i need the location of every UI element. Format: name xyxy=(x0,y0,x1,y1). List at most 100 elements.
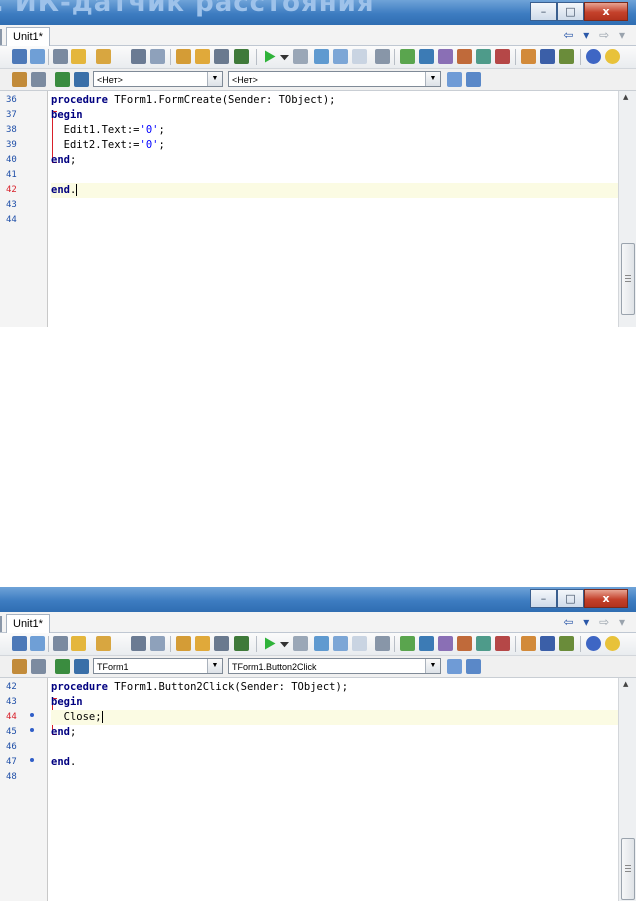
new-items-icon[interactable] xyxy=(71,49,86,64)
method-combo[interactable]: TForm1.Button2Click ▼ xyxy=(228,658,441,674)
save-icon[interactable] xyxy=(131,49,146,64)
pause-icon[interactable] xyxy=(293,49,308,64)
code-text[interactable]: procedure TForm1.FormCreate(Sender: TObj… xyxy=(51,93,618,228)
tool-icon-4[interactable] xyxy=(457,49,472,64)
breakpoint-icon[interactable] xyxy=(352,636,367,651)
chevron-down-icon[interactable]: ▼ xyxy=(425,72,440,86)
executable-line-marker[interactable] xyxy=(30,758,34,762)
help-circle-icon[interactable] xyxy=(586,49,601,64)
view-unit-icon[interactable] xyxy=(30,636,45,651)
tab-unit1[interactable]: Unit1* xyxy=(6,27,50,46)
scroll-up-arrow-icon[interactable]: ▲ xyxy=(623,93,628,101)
format-icon[interactable] xyxy=(466,659,481,674)
save-all-icon[interactable] xyxy=(150,636,165,651)
open-icon[interactable] xyxy=(96,636,111,651)
back-arrow-icon[interactable]: ⇦ ▾ xyxy=(563,28,592,42)
code-editor[interactable]: 36 37 38 39 40 41 42 43 44 procedure TFo… xyxy=(0,91,636,327)
tool-icon-7[interactable] xyxy=(521,49,536,64)
tool-icon-3[interactable] xyxy=(438,636,453,651)
minimize-button[interactable]: – xyxy=(530,589,557,608)
open-project-icon[interactable] xyxy=(176,49,191,64)
run-icon[interactable] xyxy=(265,637,276,650)
format-icon[interactable] xyxy=(466,72,481,87)
close-button[interactable]: x xyxy=(584,2,628,21)
help-icon[interactable] xyxy=(234,49,249,64)
vertical-scrollbar[interactable]: ▲ xyxy=(618,91,636,327)
align-icon[interactable] xyxy=(447,72,462,87)
help-circle-icon[interactable] xyxy=(586,636,601,651)
implementation-icon[interactable] xyxy=(74,72,89,87)
tip-bulb-icon[interactable] xyxy=(605,636,620,651)
remove-from-project-icon[interactable] xyxy=(214,636,229,651)
tool-icon-2[interactable] xyxy=(419,49,434,64)
implementation-icon[interactable] xyxy=(74,659,89,674)
tool-icon-1[interactable] xyxy=(400,636,415,651)
object-inspector-icon[interactable] xyxy=(12,72,27,87)
tool-icon-8[interactable] xyxy=(540,636,555,651)
forward-arrow-icon[interactable]: ⇨ ▾ xyxy=(599,615,628,629)
vertical-scrollbar[interactable]: ▲ xyxy=(618,678,636,901)
code-editor[interactable]: 42 43 44 45 46 47 48 procedure TForm1.Bu… xyxy=(0,678,636,901)
open-icon[interactable] xyxy=(96,49,111,64)
view-unit-icon[interactable] xyxy=(30,49,45,64)
open-project-icon[interactable] xyxy=(176,636,191,651)
code-text[interactable]: procedure TForm1.Button2Click(Sender: TO… xyxy=(51,680,618,785)
object-inspector-icon[interactable] xyxy=(12,659,27,674)
tip-bulb-icon[interactable] xyxy=(605,49,620,64)
minimize-button[interactable]: – xyxy=(530,2,557,21)
pause-icon[interactable] xyxy=(293,636,308,651)
interface-icon[interactable] xyxy=(55,72,70,87)
save-icon[interactable] xyxy=(131,636,146,651)
scrollbar-thumb[interactable] xyxy=(621,838,635,900)
maximize-button[interactable]: □ xyxy=(557,2,584,21)
remove-from-project-icon[interactable] xyxy=(214,49,229,64)
tool-icon-7[interactable] xyxy=(521,636,536,651)
breakpoint-icon[interactable] xyxy=(352,49,367,64)
view-form-icon[interactable] xyxy=(53,636,68,651)
close-button[interactable]: x xyxy=(584,589,628,608)
scrollbar-thumb[interactable] xyxy=(621,243,635,315)
scroll-up-arrow-icon[interactable]: ▲ xyxy=(623,680,628,688)
run-dropdown-icon[interactable] xyxy=(280,55,289,61)
window-list-icon[interactable] xyxy=(31,659,46,674)
title-bar[interactable]: – □ x xyxy=(0,587,636,612)
maximize-button[interactable]: □ xyxy=(557,589,584,608)
tool-icon-5[interactable] xyxy=(476,636,491,651)
trace-into-icon[interactable] xyxy=(314,636,329,651)
tool-icon-3[interactable] xyxy=(438,49,453,64)
title-bar[interactable]: . ИК-датчик расстояния – □ x xyxy=(0,0,636,25)
trace-into-icon[interactable] xyxy=(314,49,329,64)
forward-arrow-icon[interactable]: ⇨ ▾ xyxy=(599,28,628,42)
component-palette-icon[interactable] xyxy=(375,49,390,64)
help-icon[interactable] xyxy=(234,636,249,651)
tool-icon-8[interactable] xyxy=(540,49,555,64)
run-dropdown-icon[interactable] xyxy=(280,642,289,648)
tool-icon-4[interactable] xyxy=(457,636,472,651)
save-all-icon[interactable] xyxy=(150,49,165,64)
add-to-project-icon[interactable] xyxy=(195,636,210,651)
back-arrow-icon[interactable]: ⇦ ▾ xyxy=(563,615,592,629)
toggle-form-unit-icon[interactable] xyxy=(12,49,27,64)
tool-icon-6[interactable] xyxy=(495,636,510,651)
run-icon[interactable] xyxy=(265,50,276,63)
class-combo[interactable]: <Нет> ▼ xyxy=(93,71,223,87)
step-over-icon[interactable] xyxy=(333,636,348,651)
tool-icon-9[interactable] xyxy=(559,636,574,651)
method-combo[interactable]: <Нет> ▼ xyxy=(228,71,441,87)
tool-icon-2[interactable] xyxy=(419,636,434,651)
window-list-icon[interactable] xyxy=(31,72,46,87)
step-over-icon[interactable] xyxy=(333,49,348,64)
tool-icon-1[interactable] xyxy=(400,49,415,64)
component-palette-icon[interactable] xyxy=(375,636,390,651)
align-icon[interactable] xyxy=(447,659,462,674)
view-form-icon[interactable] xyxy=(53,49,68,64)
chevron-down-icon[interactable]: ▼ xyxy=(425,659,440,673)
tool-icon-6[interactable] xyxy=(495,49,510,64)
new-items-icon[interactable] xyxy=(71,636,86,651)
chevron-down-icon[interactable]: ▼ xyxy=(207,659,222,673)
interface-icon[interactable] xyxy=(55,659,70,674)
executable-line-marker[interactable] xyxy=(30,713,34,717)
add-to-project-icon[interactable] xyxy=(195,49,210,64)
tool-icon-9[interactable] xyxy=(559,49,574,64)
toggle-form-unit-icon[interactable] xyxy=(12,636,27,651)
